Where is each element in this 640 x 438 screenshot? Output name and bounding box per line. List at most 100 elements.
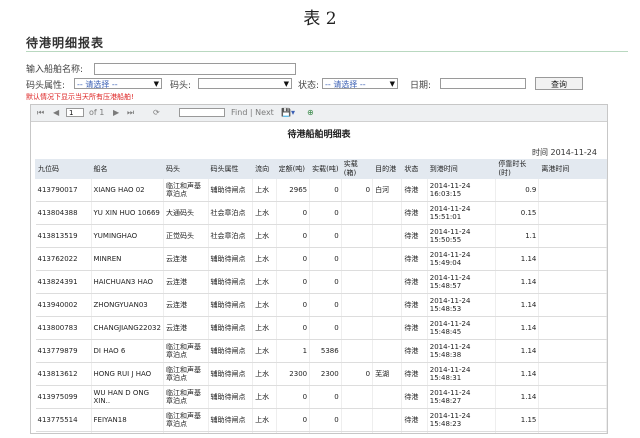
table-cell: CHANGJIANG22032 xyxy=(91,316,164,340)
table-cell xyxy=(372,316,403,340)
query-button[interactable]: 查询 xyxy=(535,77,583,90)
table-cell: 临江和声基章泊点 xyxy=(163,178,209,202)
table-cell: 413813612 xyxy=(35,362,92,386)
table-cell: 0 xyxy=(309,293,342,317)
table-cell: 2300 xyxy=(309,362,342,386)
table-row[interactable]: 413779879 DI HAO 6 临江和声基章泊点 辅助待闸点 上水 1 5386 待港 2… xyxy=(35,339,607,363)
terminal-select[interactable]: ▼ xyxy=(198,78,292,89)
table-cell xyxy=(538,293,607,317)
ship-name-input[interactable] xyxy=(94,63,296,75)
table-cell: 0.9 xyxy=(495,178,540,202)
table-cell: 2014-11-24 15:48:57 xyxy=(427,270,497,294)
column-header: 九位码 xyxy=(35,159,92,179)
table-row[interactable]: 413825638YUNENGYU AN66临江和声基章泊点辅助待闸点上水00待… xyxy=(35,431,607,433)
table-row[interactable]: 413813612 HONG RUI J HAO 临江和声基章泊点 辅助待闸点 上水 23… xyxy=(35,362,607,386)
table-cell: 2014-11-24 16:03:15 xyxy=(427,178,497,202)
table-cell: 待港 xyxy=(401,385,428,409)
table-cell: 临江和声基章泊点 xyxy=(163,385,209,409)
table-cell xyxy=(538,224,607,248)
table-cell: 辅助待闸点 xyxy=(208,293,254,317)
table-cell: HAICHUAN3 HAO xyxy=(91,270,164,294)
table-cell: 0 xyxy=(309,408,342,432)
column-header: 停靠时长(时) xyxy=(495,159,540,179)
table-cell: 待港 xyxy=(401,316,428,340)
table-row[interactable]: 413790017 XIANG HAO 02 临江和声基章泊点 辅助待闸点 上水 2965… xyxy=(35,178,607,202)
column-header: 码头 xyxy=(162,159,209,179)
page-number-input[interactable]: 1 xyxy=(66,108,84,117)
find-next-link[interactable]: Find | Next xyxy=(231,108,274,117)
table-cell: 1.15 xyxy=(495,431,540,433)
export-icon[interactable]: 💾▾ xyxy=(281,108,295,117)
refresh-icon[interactable]: ⟳ xyxy=(153,108,160,117)
last-page-icon[interactable]: ⏭ xyxy=(127,108,134,118)
table-cell: 上水 xyxy=(252,339,277,363)
table-cell: 上水 xyxy=(252,362,277,386)
table-cell: 辅助待闸点 xyxy=(208,178,254,202)
table-cell: 413804388 xyxy=(35,201,92,225)
table-row[interactable]: 413824391 HAICHUAN3 HAO 云连港 辅助待闸点 上水 0 0 待港 2014… xyxy=(35,270,607,294)
table-row[interactable]: 413975099 WU HAN D ONG XIN.. 临江和声基章泊点 辅助待闸点… xyxy=(35,385,607,409)
print-icon[interactable]: ⊕ xyxy=(307,108,314,117)
next-page-icon[interactable]: ▶ xyxy=(113,108,119,117)
table-cell: 上水 xyxy=(252,247,277,271)
table-cell: 辅助待闸点 xyxy=(208,385,254,409)
table-cell: 0 xyxy=(309,247,342,271)
terminal-attr-select[interactable]: -- 请选择 -- ▼ xyxy=(74,78,162,89)
column-header: 定额(吨) xyxy=(275,159,311,179)
column-header: 到港时间 xyxy=(426,159,497,179)
status-select[interactable]: -- 请选择 -- ▼ xyxy=(322,78,398,89)
table-cell xyxy=(341,316,374,340)
first-page-icon[interactable]: ⏮ xyxy=(37,108,44,118)
table-cell xyxy=(341,201,374,225)
table-cell: 1.14 xyxy=(495,316,540,340)
table-cell: 0 xyxy=(309,316,342,340)
report-time: 时间 2014-11-24 xyxy=(531,148,597,157)
table-cell: 待港 xyxy=(401,270,428,294)
table-cell: 辅助待闸点 xyxy=(208,270,254,294)
table-cell xyxy=(372,385,403,409)
table-cell xyxy=(372,201,403,225)
column-header: 实载(箱) xyxy=(340,159,374,179)
table-row[interactable]: 413762022 MINREN 云连港 辅助待闸点 上水 0 0 待港 2014-11-24 … xyxy=(35,247,607,271)
table-cell xyxy=(372,270,403,294)
table-cell: 上水 xyxy=(252,385,277,409)
table-cell: HONG RUI J HAO xyxy=(91,362,164,386)
date-input[interactable] xyxy=(440,78,526,89)
terminal-attr-value: -- 请选择 -- xyxy=(77,80,118,89)
table-cell: 社会章泊点 xyxy=(208,224,254,248)
table-cell xyxy=(341,339,374,363)
ship-name-label: 输入船舶名称: xyxy=(26,65,84,75)
title-divider xyxy=(26,51,628,52)
table-cell: 辅助待闸点 xyxy=(208,362,254,386)
table-cell: 413762022 xyxy=(35,247,92,271)
table-cell: 1.1 xyxy=(495,224,540,248)
table-cell: 上水 xyxy=(252,431,277,433)
table-cell: 0 xyxy=(276,293,311,317)
date-label: 日期: xyxy=(410,81,432,91)
table-row[interactable]: 413800783 CHANGJIANG22032 云连港 辅助待闸点 上水 0 0 待港 20… xyxy=(35,316,607,340)
prev-page-icon[interactable]: ◀ xyxy=(53,108,59,117)
table-cell: 0 xyxy=(341,362,374,386)
table-row[interactable]: 413804388 YU XIN HUO 10669 大通码头 社会章泊点 上水 0 0 待港… xyxy=(35,201,607,225)
table-cell: 云连港 xyxy=(163,270,209,294)
find-input[interactable] xyxy=(179,108,225,117)
table-cell xyxy=(372,247,403,271)
table-cell: 0 xyxy=(309,431,342,433)
table-cell: 白河 xyxy=(372,178,403,202)
table-cell: 0 xyxy=(276,201,311,225)
table-row[interactable]: 413813519 YUMINGHAO 正觉码头 社会章泊点 上水 0 0 待港 2014-11… xyxy=(35,224,607,248)
table-cell: 2014-11-24 15:48:23 xyxy=(427,408,497,432)
table-cell xyxy=(538,408,607,432)
table-cell: 2965 xyxy=(276,178,311,202)
table-row[interactable]: 413940002 ZHONGYUAN03 云连港 辅助待闸点 上水 0 0 待港 2014-1… xyxy=(35,293,607,317)
table-cell: 413790017 xyxy=(35,178,92,202)
column-header: 实载(吨) xyxy=(309,159,342,179)
table-cell: 1.14 xyxy=(495,362,540,386)
terminal-attr-label: 码头属性: xyxy=(26,81,66,91)
table-cell: 2014-11-24 15:48:45 xyxy=(427,316,497,340)
table-cell xyxy=(372,339,403,363)
table-cell: 2014-11-24 15:50:55 xyxy=(427,224,497,248)
table-row[interactable]: 413775514 FEIYAN18 临江和声基章泊点 辅助待闸点 上水 0 0 待港 2014… xyxy=(35,408,607,432)
table-cell: 1.14 xyxy=(495,270,540,294)
table-cell: 413800783 xyxy=(35,316,92,340)
